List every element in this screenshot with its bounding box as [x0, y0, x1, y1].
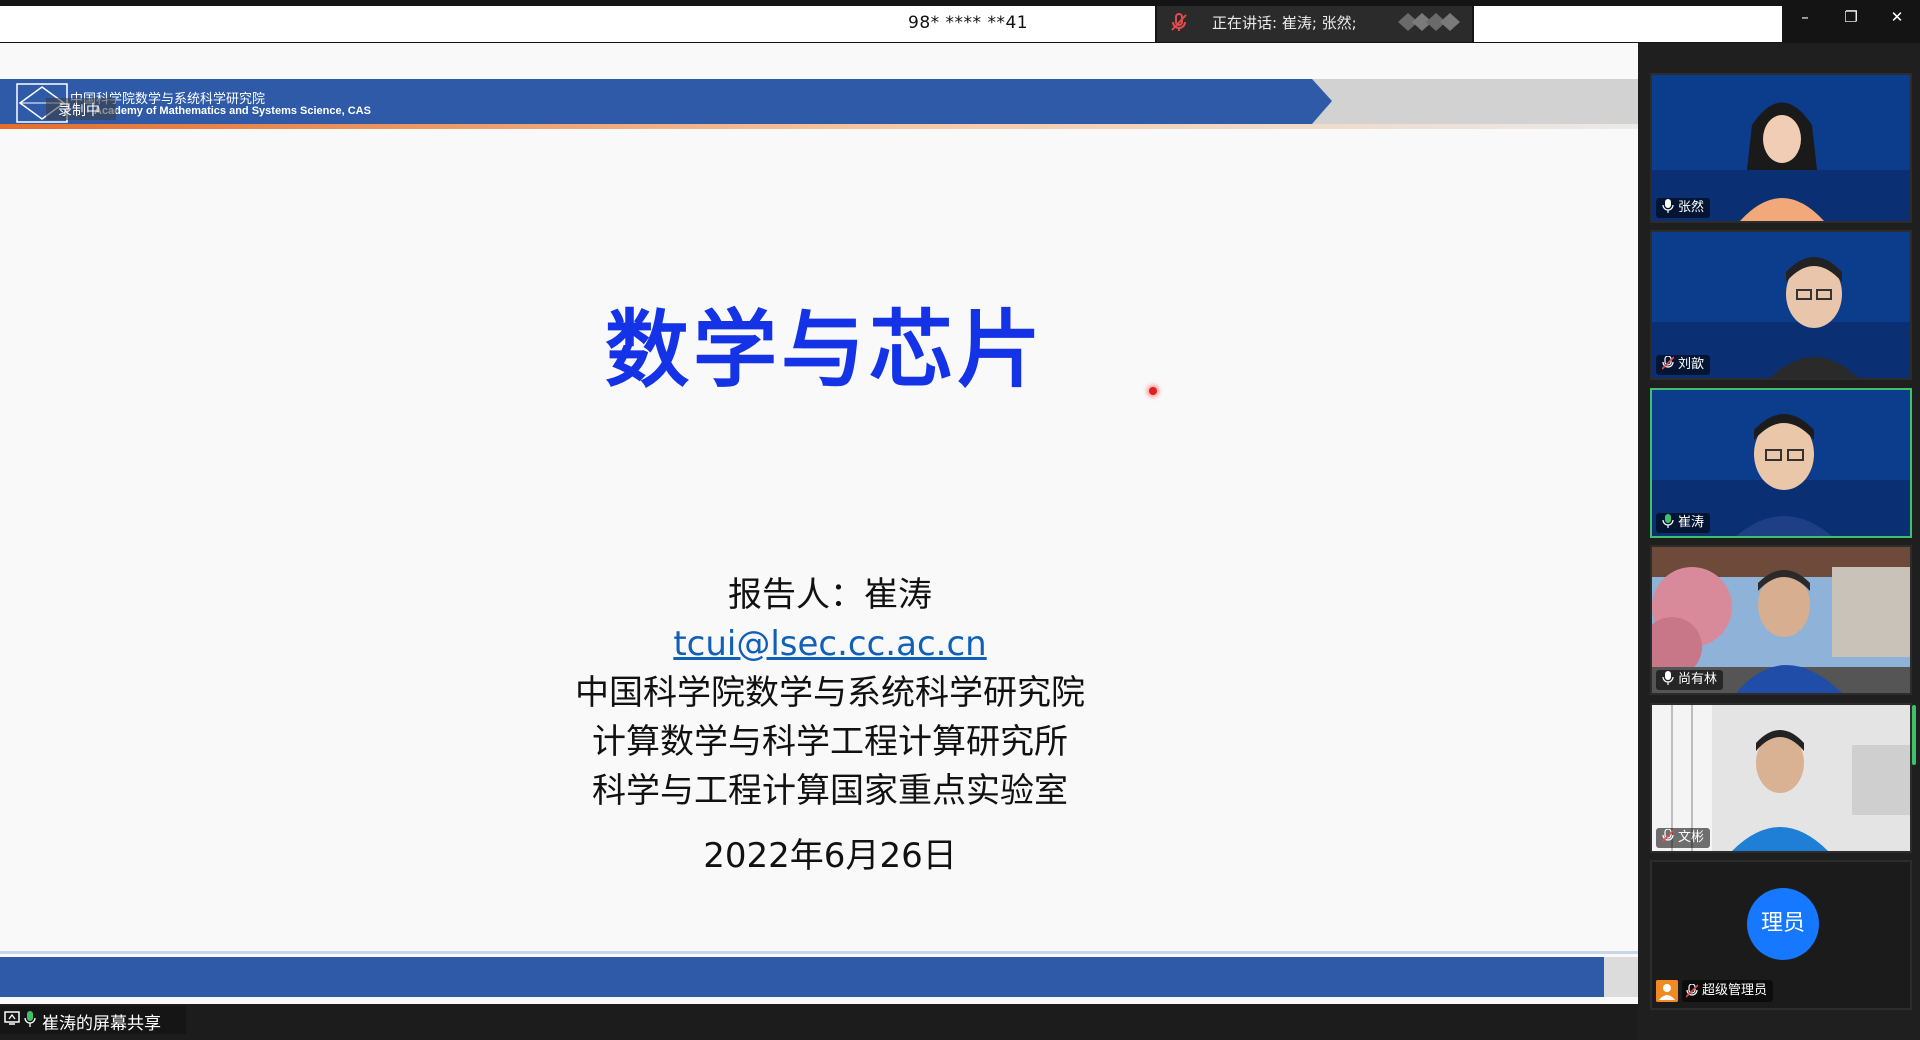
minimize-button[interactable]: – [1782, 4, 1828, 30]
speaking-mic-icon [1662, 514, 1674, 528]
mic-icon [1662, 671, 1674, 685]
speaking-label: 正在讲话: 崔涛; 张然; [1212, 14, 1357, 32]
mic-icon [1662, 199, 1674, 213]
panel-scrollbar[interactable] [1912, 705, 1916, 765]
participant-tile-shangyoulin[interactable]: 尚有林 [1650, 545, 1912, 695]
muted-mic-icon [1171, 13, 1187, 31]
muted-mic-icon [1662, 356, 1674, 370]
avatar: 理员 [1747, 888, 1819, 960]
slide-title: 数学与芯片 [604, 301, 1045, 399]
department-line: 计算数学与科学工程计算研究所 [592, 722, 1068, 762]
participant-tile-cuitao[interactable]: 崔涛 [1650, 388, 1912, 538]
muted-mic-icon [1662, 829, 1674, 843]
slide-footer-line [0, 951, 1638, 954]
top-right-blank [1474, 6, 1782, 42]
mic-icon [24, 1011, 36, 1027]
recording-label: 录制中 [58, 103, 100, 119]
email-link[interactable]: tcui@lsec.cc.ac.cn [0, 620, 1638, 669]
shared-screen: 中国科学院数学与系统科学研究院 Academy of Mathematics a… [0, 43, 1638, 1004]
meeting-id: 98* **** **41 [908, 13, 1029, 33]
slide-body: 报告人：崔涛 tcui@lsec.cc.ac.cn 中国科学院数学与系统科学研究… [0, 571, 1638, 881]
date-line: 2022年6月26日 [703, 836, 957, 876]
laser-pointer [1149, 387, 1157, 395]
institute-name-en: Academy of Mathematics and Systems Scien… [94, 105, 371, 117]
participant-tile-admin[interactable]: 理员 超级管理员 [1650, 860, 1912, 1010]
slide-footer-gray [1604, 957, 1638, 997]
lab-line: 科学与工程计算国家重点实验室 [592, 771, 1068, 811]
presenter-line: 报告人：崔涛 [728, 575, 932, 615]
participant-tile-liuxin[interactable]: 刘歆 [1650, 230, 1912, 380]
muted-mic-icon [1686, 984, 1698, 998]
institute-line: 中国科学院数学与系统科学研究院 [575, 673, 1085, 713]
restore-button[interactable]: ❐ [1828, 4, 1874, 30]
participant-tile-wenbin[interactable]: 文彬 [1650, 703, 1912, 853]
participant-tile-zhangran[interactable]: 张然 [1650, 73, 1912, 223]
host-user-icon [1656, 980, 1678, 1002]
slide-header-accent [0, 124, 1638, 129]
close-button[interactable]: ✕ [1874, 4, 1920, 30]
screen-share-icon [4, 1011, 20, 1025]
slide-footer-band [0, 957, 1604, 997]
screen-share-label: 崔涛的屏幕共享 [42, 1014, 161, 1034]
redacted-blob-icon [1398, 13, 1460, 31]
